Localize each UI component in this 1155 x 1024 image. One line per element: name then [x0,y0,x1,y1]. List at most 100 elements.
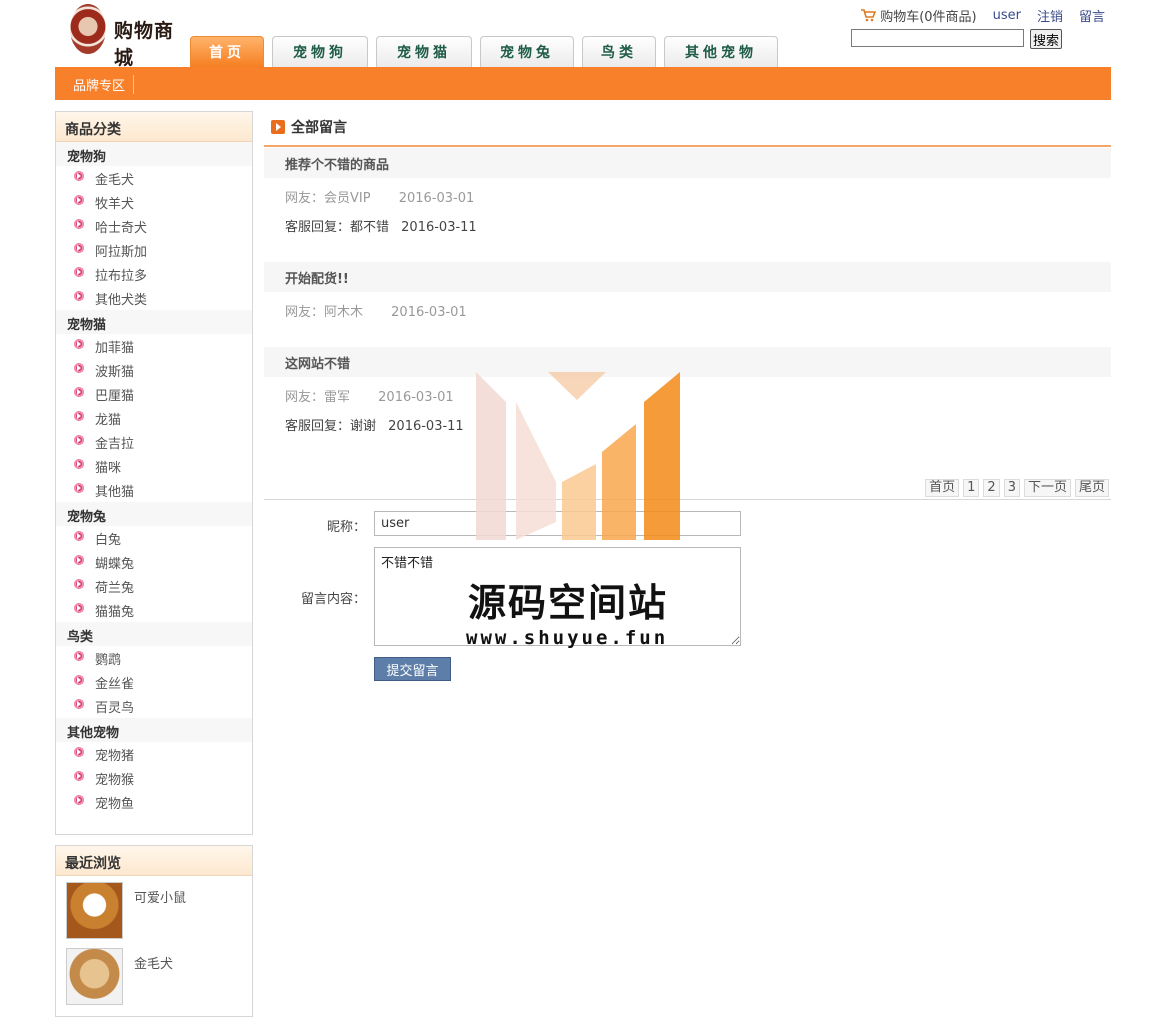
pager-page-1[interactable]: 1 [963,479,980,497]
bullet-icon [74,747,84,757]
category-item[interactable]: 金吉拉 [56,430,252,454]
message-item: 开始配货!! 网友：阿木木 2016-03-01 [264,262,1111,322]
main-nav: 首页 宠物狗 宠物猫 宠物兔 鸟类 其他宠物 [190,35,778,67]
category-panel-title: 商品分类 [56,112,252,142]
tab-cats[interactable]: 宠物猫 [376,36,472,67]
message-meta: 网友：雷军 2016-03-01 [264,377,1111,407]
search-button[interactable]: 搜索 [1030,29,1063,49]
recent-item-name[interactable]: 可爱小鼠 [134,887,186,906]
bullet-icon [74,435,84,445]
message-date: 2016-03-01 [398,191,475,206]
top-links: 购物车(0件商品) user 注销 留言 [860,6,1105,25]
bullet-icon [74,243,84,253]
tab-dogs[interactable]: 宠物狗 [272,36,368,67]
dog-thumbnail[interactable] [66,948,123,1005]
page-title: 全部留言 [271,117,347,137]
category-cats[interactable]: 宠物猫 [56,310,252,334]
category-item[interactable]: 宠物鱼 [56,790,252,814]
bullet-icon [74,603,84,613]
category-item[interactable]: 金毛犬 [56,166,252,190]
bullet-icon [74,483,84,493]
cart-label: 购物车(0件商品) [880,9,977,25]
bullet-icon [74,219,84,229]
shopping-cart-icon [860,8,877,22]
pager-page-2[interactable]: 2 [983,479,1000,497]
bullet-icon [74,675,84,685]
category-item[interactable]: 加菲猫 [56,334,252,358]
recent-panel: 最近浏览 可爱小鼠 金毛犬 [55,845,253,1017]
pager-page-3[interactable]: 3 [1003,479,1020,497]
tab-birds[interactable]: 鸟类 [582,36,656,67]
category-item[interactable]: 猫猫兔 [56,598,252,622]
category-item[interactable]: 蝴蝶兔 [56,550,252,574]
bullet-icon [74,291,84,301]
category-item[interactable]: 阿拉斯加 [56,238,252,262]
category-birds[interactable]: 鸟类 [56,622,252,646]
category-item[interactable]: 其他猫 [56,478,252,502]
message-item: 推荐个不错的商品 网友：会员VIP 2016-03-01 客服回复：都不错 20… [264,148,1111,238]
bullet-icon [74,651,84,661]
tab-other-pets[interactable]: 其他宠物 [664,36,778,67]
submit-message-button[interactable]: 提交留言 [374,657,451,681]
pager-first[interactable]: 首页 [925,479,960,497]
message-subject: 推荐个不错的商品 [264,148,1111,178]
category-item[interactable]: 哈士奇犬 [56,214,252,238]
category-item[interactable]: 白兔 [56,526,252,550]
user-link[interactable]: user [993,8,1021,23]
recent-item[interactable]: 金毛犬 [56,942,252,1008]
form-divider [264,499,1111,500]
category-rabbits[interactable]: 宠物兔 [56,502,252,526]
sub-nav-bar: 品牌专区 [55,67,1111,100]
watermark-title: 源码空间站 [468,581,669,625]
arrow-right-icon [271,120,285,134]
nick-label: 昵称： [326,520,366,535]
category-item[interactable]: 荷兰兔 [56,574,252,598]
bullet-icon [74,195,84,205]
logout-link[interactable]: 注销 [1037,6,1063,25]
message-author: 网友：阿木木 [285,305,364,320]
category-item[interactable]: 宠物猴 [56,766,252,790]
recent-panel-title: 最近浏览 [56,846,252,876]
recent-item[interactable]: 可爱小鼠 [56,876,252,942]
search-input[interactable] [851,29,1024,47]
recent-item-name[interactable]: 金毛犬 [134,953,173,972]
tab-rabbits[interactable]: 宠物兔 [480,36,574,67]
category-item[interactable]: 金丝雀 [56,670,252,694]
category-item[interactable]: 宠物猪 [56,742,252,766]
category-item[interactable]: 其他犬类 [56,286,252,310]
guinea-pig-thumbnail[interactable] [66,882,123,939]
pager-last[interactable]: 尾页 [1074,479,1109,497]
message-date: 2016-03-01 [378,390,454,405]
message-link[interactable]: 留言 [1079,6,1105,25]
category-dogs[interactable]: 宠物狗 [56,142,252,166]
cart-link[interactable]: 购物车(0件商品) [860,6,977,25]
category-item[interactable]: 百灵鸟 [56,694,252,718]
watermark-url: www.shuyue.fun [466,627,669,649]
category-item[interactable]: 鹦鹉 [56,646,252,670]
category-item[interactable]: 牧羊犬 [56,190,252,214]
message-date: 2016-03-01 [391,305,467,320]
tab-home[interactable]: 首页 [190,36,264,67]
category-item[interactable]: 波斯猫 [56,358,252,382]
logo-text: 购物商城 [114,20,175,69]
category-item[interactable]: 猫咪 [56,454,252,478]
message-subject: 开始配货!! [264,262,1111,292]
bullet-icon [74,339,84,349]
bullet-icon [74,699,84,709]
category-item[interactable]: 拉布拉多 [56,262,252,286]
bullet-icon [74,171,84,181]
pager-next[interactable]: 下一页 [1023,479,1071,497]
category-panel: 商品分类 宠物狗 金毛犬 牧羊犬 哈士奇犬 阿拉斯加 拉布拉多 其他犬类 宠物猫… [55,111,253,835]
bullet-icon [74,459,84,469]
watermark-logo [476,372,680,540]
category-item[interactable]: 龙猫 [56,406,252,430]
brand-zone-link[interactable]: 品牌专区 [73,75,135,94]
search-bar: 搜索 [851,29,1063,49]
category-item[interactable]: 巴厘猫 [56,382,252,406]
message-meta: 网友：阿木木 2016-03-01 [264,292,1111,322]
bullet-icon [74,795,84,805]
site-logo[interactable]: 购物商城 [70,4,190,69]
category-other-pets[interactable]: 其他宠物 [56,718,252,742]
bullet-icon [74,363,84,373]
bullet-icon [74,579,84,589]
